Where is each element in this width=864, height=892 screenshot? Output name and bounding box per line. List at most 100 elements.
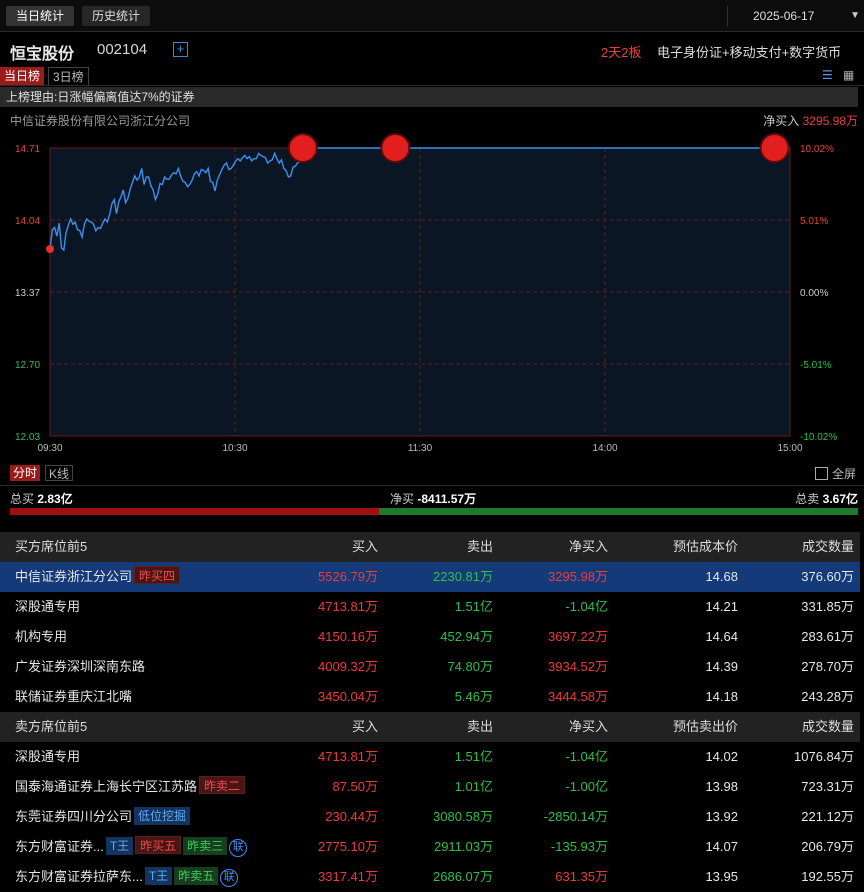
board-count: 2天2板 (601, 45, 642, 60)
seat-name-cell: 东方财富证券... T王 昨买五 昨卖三联 (15, 832, 248, 862)
column-header[interactable]: 卖出 (467, 712, 493, 742)
seat-name[interactable]: 东莞证券四川分公司 (15, 809, 132, 824)
tab-intraday[interactable]: 分时 (10, 465, 41, 481)
total-sell-value: 3.67亿 (822, 492, 858, 506)
buy-amount: 4009.32万 (318, 659, 378, 674)
buy-table-header: 买方席位前5 买入 卖出 净买入 预估成本价 成交数量 (0, 532, 860, 562)
y-pct-tick-label: -10.02% (800, 432, 837, 443)
net-amount: -135.93万 (550, 839, 608, 854)
seat-name-cell: 机构专用 (15, 622, 67, 652)
trade-marker (759, 133, 790, 163)
seat-tag[interactable]: 联 (220, 869, 239, 887)
sell-amount: 2911.03万 (433, 839, 493, 854)
trade-marker (380, 133, 411, 163)
column-header[interactable]: 成交数量 (802, 712, 854, 742)
seat-name[interactable]: 东方财富证券拉萨东... (15, 869, 143, 884)
buy-amount: 4713.81万 (318, 599, 378, 614)
seat-name[interactable]: 广发证券深圳深南东路 (15, 659, 145, 674)
seat-tag[interactable]: 低位挖掘 (134, 807, 191, 825)
price: 14.64 (705, 629, 738, 644)
table-row[interactable]: 机构专用 4150.16万 452.94万 3697.22万 14.64 283.61万 (0, 622, 860, 652)
price: 14.68 (705, 569, 738, 584)
list-view-icon[interactable]: ☰ (822, 69, 836, 81)
price: 13.95 (705, 869, 738, 884)
seat-name[interactable]: 深股通专用 (15, 749, 80, 764)
seat-tag[interactable]: 昨卖三 (183, 837, 228, 855)
y-pct-tick-label: -5.01% (800, 360, 832, 371)
total-buy-value: 2.83亿 (37, 492, 73, 506)
tab-kline[interactable]: K线 (45, 465, 74, 481)
price: 14.07 (705, 839, 738, 854)
seat-name[interactable]: 东方财富证券... (15, 839, 104, 854)
intraday-chart[interactable]: 14.71 14.04 13.37 12.70 12.03 10.02% 5.01% 0.00… (0, 130, 864, 460)
seat-tag[interactable]: 联 (229, 839, 248, 857)
seat-name-cell: 中信证券浙江分公司 昨买四 (15, 562, 181, 592)
column-header[interactable]: 净买入 (569, 532, 608, 562)
buy-amount: 3450.04万 (318, 689, 378, 704)
buy-amount: 2775.10万 (318, 839, 378, 854)
x-tick-label: 15:00 (777, 443, 802, 454)
buy-amount: 3317.41万 (318, 869, 378, 884)
y-pct-tick-label: 10.02% (800, 144, 834, 155)
fullscreen-button[interactable]: 全屏 (815, 465, 856, 482)
open-point (46, 245, 54, 254)
seat-tag[interactable]: T王 (144, 867, 173, 885)
table-row[interactable]: 广发证券深圳深南东路 4009.32万 74.80万 3934.52万 14.39 278… (0, 652, 860, 682)
column-header[interactable]: 成交数量 (802, 532, 854, 562)
fullscreen-label: 全屏 (832, 467, 857, 481)
seat-tag[interactable]: 昨买五 (135, 836, 182, 854)
sell-amount: 5.46万 (454, 689, 493, 704)
grid-view-icon[interactable]: ▦ (843, 69, 855, 81)
seat-name[interactable]: 中信证券浙江分公司 (15, 569, 132, 584)
date-value: 2025-06-17 (753, 9, 815, 23)
table-row[interactable]: 联储证券重庆江北嘴 3450.04万 5.46万 3444.58万 14.18 243.2… (0, 682, 860, 712)
net-amount: -1.00亿 (565, 779, 608, 794)
seat-tag[interactable]: 昨买四 (134, 566, 181, 584)
seat-name[interactable]: 国泰海通证券上海长宁区江苏路 (15, 779, 197, 794)
net-amount: 3295.98万 (548, 569, 608, 584)
table-row[interactable]: 东方财富证券... T王 昨买五 昨卖三联 2775.10万 2911.03万 -135.9… (0, 832, 860, 862)
table-row[interactable]: 东方财富证券拉萨东... T王 昨卖五联 3317.41万 2686.07万 631.35… (0, 862, 860, 892)
date-select[interactable]: 2025-06-17 ▼ (727, 6, 864, 26)
column-header[interactable]: 预估卖出价 (673, 712, 738, 742)
column-header[interactable]: 预估成本价 (673, 532, 738, 562)
net-amount: 631.35万 (555, 869, 608, 884)
sell-seats-table: 卖方席位前5 买入 卖出 净买入 预估卖出价 成交数量 深股通专用 4713.81万 1.51亿… (0, 712, 860, 892)
add-watchlist-icon[interactable]: + (173, 42, 188, 57)
seat-name-cell: 联储证券重庆江北嘴 (15, 682, 132, 712)
y-tick-label: 12.03 (15, 432, 40, 443)
broker-name: 中信证券股份有限公司浙江分公司 (10, 114, 191, 128)
table-row[interactable]: 国泰海通证券上海长宁区江苏路 昨卖二 87.50万 1.01亿 -1.00亿 13.98 7… (0, 772, 860, 802)
seat-name-cell: 深股通专用 (15, 592, 80, 622)
sell-amount: 74.80万 (447, 659, 493, 674)
column-header[interactable]: 净买入 (569, 712, 608, 742)
seat-tag[interactable]: T王 (105, 837, 134, 855)
tab-today-stats[interactable]: 当日统计 (6, 6, 75, 26)
concept-tags[interactable]: 电子身份证+移动支付+数字货币 (657, 42, 864, 61)
seat-tag[interactable]: 昨卖二 (199, 776, 246, 794)
column-header: 卖方席位前5 (15, 719, 88, 734)
seat-name-cell: 广发证券深圳深南东路 (15, 652, 145, 682)
column-header[interactable]: 卖出 (467, 532, 493, 562)
ranking-tabs: 当日榜 3日榜 ☰ ▦ (0, 67, 864, 86)
tab-today-rank[interactable]: 当日榜 (0, 67, 45, 85)
table-row[interactable]: 深股通专用 4713.81万 1.51亿 -1.04亿 14.21 331.85万 (0, 592, 860, 622)
table-row[interactable]: 中信证券浙江分公司 昨买四 5526.79万 2230.81万 3295.98万 14.6… (0, 562, 860, 592)
column-header: 买方席位前5 (15, 539, 88, 554)
tab-history-stats[interactable]: 历史统计 (82, 6, 151, 26)
total-buy: 总买 2.83亿 (10, 492, 73, 506)
price: 13.98 (705, 779, 738, 794)
table-row[interactable]: 深股通专用 4713.81万 1.51亿 -1.04亿 14.02 1076.84万 (0, 742, 860, 772)
sell-amount: 2686.07万 (433, 869, 493, 884)
seat-name[interactable]: 联储证券重庆江北嘴 (15, 689, 132, 704)
x-tick-label: 14:00 (592, 443, 617, 454)
volume: 723.31万 (801, 779, 854, 794)
column-header[interactable]: 买入 (352, 712, 378, 742)
tab-3day-rank[interactable]: 3日榜 (48, 67, 89, 85)
seat-name[interactable]: 机构专用 (15, 629, 67, 644)
table-row[interactable]: 东莞证券四川分公司 低位挖掘 230.44万 3080.58万 -2850.14万 13.… (0, 802, 860, 832)
seat-name[interactable]: 深股通专用 (15, 599, 80, 614)
column-header[interactable]: 买入 (352, 532, 378, 562)
volume: 192.55万 (801, 869, 854, 884)
seat-tag[interactable]: 昨卖五 (174, 867, 219, 885)
